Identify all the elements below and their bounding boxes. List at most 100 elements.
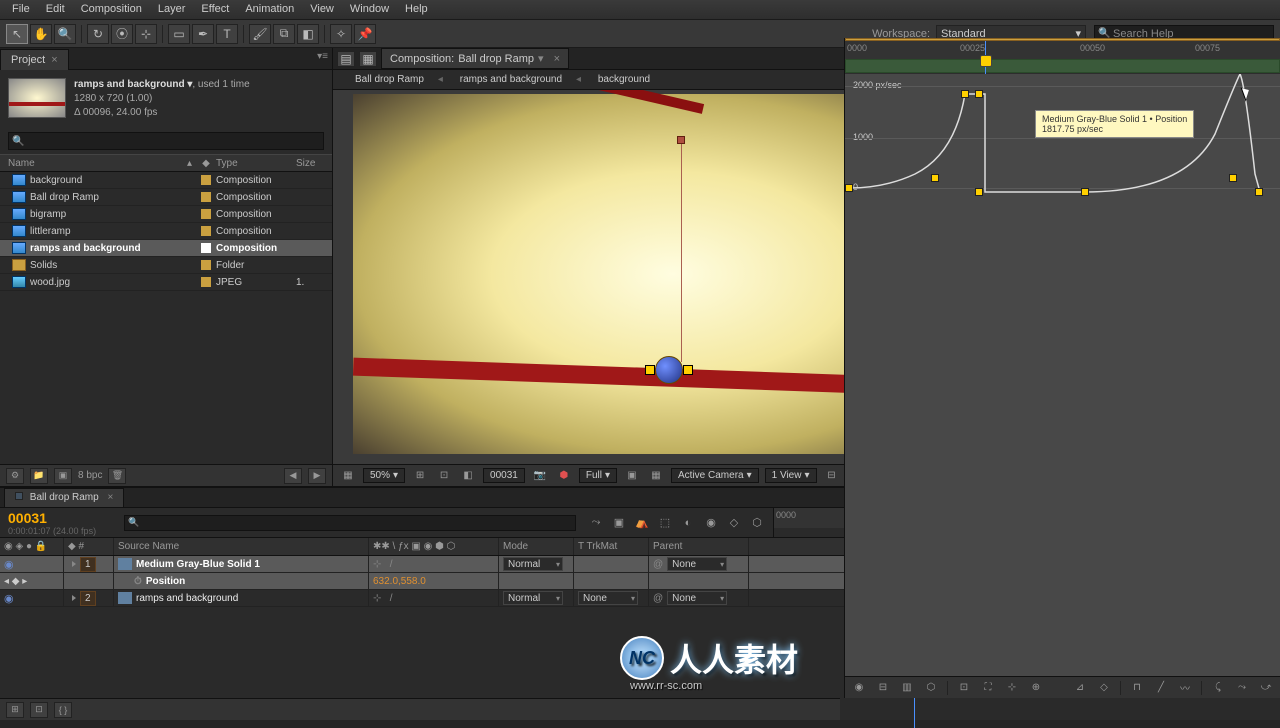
- project-search-input[interactable]: [8, 132, 324, 150]
- label-swatch[interactable]: [196, 175, 216, 185]
- snapshot-icon[interactable]: 📷: [531, 468, 549, 484]
- keyframe-icon[interactable]: [1229, 174, 1237, 182]
- stopwatch-icon[interactable]: ⏱: [134, 576, 142, 587]
- current-time-display[interactable]: 00031 0:00:01:07 (24.00 fps): [0, 508, 120, 537]
- expand-icon[interactable]: [72, 595, 76, 601]
- brainstorm-icon[interactable]: ◉: [701, 514, 721, 532]
- keyframe-icon[interactable]: [845, 184, 853, 192]
- keyframe-handle[interactable]: [677, 136, 685, 144]
- visibility-icon[interactable]: ◉: [4, 558, 14, 571]
- menu-view[interactable]: View: [302, 0, 342, 19]
- layer-switches[interactable]: ⊹ /: [369, 556, 499, 572]
- show-channel-icon[interactable]: ⬢: [555, 468, 573, 484]
- keyframe-icon[interactable]: [975, 188, 983, 196]
- composition-tab[interactable]: Composition: Ball drop Ramp ▾ ×: [381, 48, 569, 69]
- toggle-in-out-icon[interactable]: { }: [54, 702, 72, 718]
- close-icon[interactable]: ×: [51, 54, 57, 66]
- breadcrumb-item[interactable]: ramps and background: [460, 74, 562, 85]
- new-comp-icon[interactable]: ▣: [54, 468, 72, 484]
- rotation-tool[interactable]: ↻: [87, 24, 109, 44]
- parent-select[interactable]: None: [667, 591, 727, 605]
- project-item[interactable]: Ball drop Ramp Composition: [0, 189, 332, 206]
- transparency-icon[interactable]: ▦: [647, 468, 665, 484]
- show-props-icon[interactable]: ⊟: [873, 680, 893, 696]
- project-item[interactable]: Solids Folder: [0, 257, 332, 274]
- toggle-switches-icon[interactable]: ⊞: [6, 702, 24, 718]
- label-swatch[interactable]: [196, 209, 216, 219]
- pickwhip-icon[interactable]: @: [653, 559, 663, 570]
- menu-composition[interactable]: Composition: [73, 0, 150, 19]
- pan-behind-tool[interactable]: ⊹: [135, 24, 157, 44]
- trkmat-select[interactable]: None: [578, 591, 638, 605]
- graph-editor-icon[interactable]: ⬡: [747, 514, 767, 532]
- resolution-select[interactable]: Full ▾: [579, 468, 617, 483]
- easy-ease-in-icon[interactable]: ⤹: [1208, 680, 1228, 696]
- blend-mode-select[interactable]: Normal: [503, 557, 563, 571]
- label-swatch[interactable]: [196, 243, 216, 253]
- hand-tool[interactable]: ✋: [30, 24, 52, 44]
- trkmat-column[interactable]: T TrkMat: [574, 538, 649, 555]
- toggle-modes-icon[interactable]: ⊡: [30, 702, 48, 718]
- menu-file[interactable]: File: [4, 0, 38, 19]
- draft-3d-icon[interactable]: ▣: [609, 514, 629, 532]
- choose-properties-icon[interactable]: ◉: [849, 680, 869, 696]
- col-type[interactable]: Type: [216, 155, 296, 171]
- close-icon[interactable]: ×: [107, 492, 113, 503]
- new-folder-icon[interactable]: 📁: [30, 468, 48, 484]
- project-tab[interactable]: Project×: [0, 49, 69, 70]
- menu-help[interactable]: Help: [397, 0, 436, 19]
- parent-select[interactable]: None: [667, 557, 727, 571]
- panel-menu-icon[interactable]: ▾≡: [317, 51, 328, 62]
- project-item[interactable]: bigramp Composition: [0, 206, 332, 223]
- position-value[interactable]: 632.0,558.0: [369, 573, 499, 589]
- guides-icon[interactable]: ⊡: [435, 468, 453, 484]
- current-time[interactable]: 00031: [483, 468, 525, 483]
- separate-dims-icon[interactable]: ⊿: [1070, 680, 1090, 696]
- shape-tool[interactable]: ▭: [168, 24, 190, 44]
- project-item[interactable]: wood.jpg JPEG 1.: [0, 274, 332, 291]
- col-name[interactable]: Name ▴: [0, 155, 196, 171]
- hold-icon[interactable]: ⊓: [1127, 680, 1147, 696]
- next-icon[interactable]: ▶: [308, 468, 326, 484]
- comp-mini-flowchart-icon[interactable]: ⤳: [586, 514, 606, 532]
- brush-tool[interactable]: 🖌: [249, 24, 271, 44]
- puppet-tool[interactable]: 📌: [354, 24, 376, 44]
- eraser-tool[interactable]: ◧: [297, 24, 319, 44]
- interpret-footage-icon[interactable]: ⚙: [6, 468, 24, 484]
- clone-tool[interactable]: ⧉: [273, 24, 295, 44]
- graph-editor[interactable]: 0000 00025 00050 00075 2000 px/sec 1000 …: [844, 38, 1280, 698]
- zoom-select[interactable]: 50% ▾: [363, 468, 405, 483]
- mask-icon[interactable]: ◧: [459, 468, 477, 484]
- breadcrumb-item[interactable]: Ball drop Ramp: [355, 74, 424, 85]
- show-graph-icon[interactable]: ⬡: [921, 680, 941, 696]
- keyframe-icon[interactable]: [931, 174, 939, 182]
- edit-keyframe-icon[interactable]: ◇: [1094, 680, 1114, 696]
- auto-zoom-icon[interactable]: ⛶: [978, 680, 998, 696]
- delete-icon[interactable]: 🗑: [108, 468, 126, 484]
- fit-all-icon[interactable]: ⊕: [1026, 680, 1046, 696]
- auto-bezier-icon[interactable]: 〰: [1175, 680, 1195, 696]
- camera-tool[interactable]: ⦿: [111, 24, 133, 44]
- type-tool[interactable]: T: [216, 24, 238, 44]
- easy-ease-out-icon[interactable]: ⤻: [1256, 680, 1276, 696]
- project-item[interactable]: ramps and background Composition: [0, 240, 332, 257]
- blend-mode-select[interactable]: Normal: [503, 591, 563, 605]
- hide-shy-icon[interactable]: ⛺: [632, 514, 652, 532]
- source-name-column[interactable]: Source Name: [114, 538, 369, 555]
- project-item[interactable]: littleramp Composition: [0, 223, 332, 240]
- col-label-icon[interactable]: ◆: [196, 155, 216, 171]
- snap-icon[interactable]: ⊡: [954, 680, 974, 696]
- timeline-tab[interactable]: Ball drop Ramp ×: [4, 488, 124, 507]
- close-icon[interactable]: ×: [554, 53, 560, 65]
- mode-column[interactable]: Mode: [499, 538, 574, 555]
- label-swatch[interactable]: [196, 192, 216, 202]
- bpc-button[interactable]: 8 bpc: [78, 470, 102, 481]
- timeline-search-input[interactable]: [124, 515, 576, 531]
- label-swatch[interactable]: [196, 226, 216, 236]
- keyframe-nav[interactable]: ◂ ◆ ▸: [0, 573, 64, 589]
- show-animated-icon[interactable]: ▥: [897, 680, 917, 696]
- keyframe-icon[interactable]: [961, 90, 969, 98]
- visibility-icon[interactable]: ◉: [4, 592, 14, 605]
- fit-selection-icon[interactable]: ⊹: [1002, 680, 1022, 696]
- frame-blend-icon[interactable]: ⬚: [655, 514, 675, 532]
